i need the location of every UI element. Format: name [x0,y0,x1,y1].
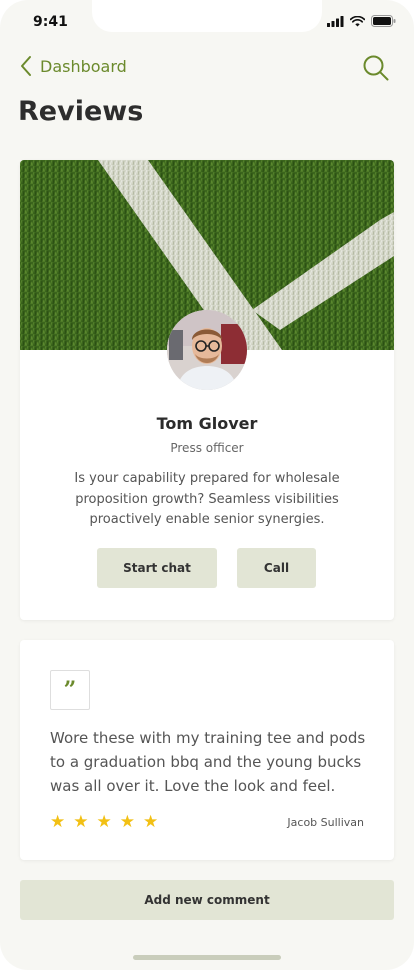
back-label: Dashboard [40,56,127,76]
star-icon: ★ [143,812,159,832]
call-button[interactable]: Call [237,548,316,588]
profile-card: Tom Glover Press officer Is your capabil… [20,160,394,620]
star-icon: ★ [96,812,112,832]
status-bar: 9:41 [0,0,414,44]
star-rating: ★ ★ ★ ★ ★ [50,814,158,831]
star-icon: ★ [73,812,89,832]
search-button[interactable] [362,54,390,86]
search-icon [363,55,389,81]
back-button[interactable]: Dashboard [18,54,127,78]
quote-icon: ” [50,670,90,710]
review-card: ” Wore these with my training tee and po… [20,640,394,860]
page-title: Reviews [18,96,144,127]
status-icons [327,15,396,27]
home-indicator [133,955,281,960]
star-icon: ★ [50,812,66,832]
device-notch [92,0,322,32]
battery-icon [371,15,396,27]
profile-name: Tom Glover [156,414,258,433]
navigation-bar: Dashboard [0,50,414,84]
review-text: Wore these with my training tee and pods… [50,729,366,795]
chevron-left-icon [21,56,31,76]
start-chat-button[interactable]: Start chat [97,548,217,588]
signal-icon [327,15,344,27]
phone-screen: 9:41 Dashboard Reviews Tom Glover Press … [0,0,414,970]
avatar [167,310,247,390]
profile-bio: Is your capability prepared for wholesal… [74,471,340,527]
profile-role: Press officer [170,441,244,455]
wifi-icon [350,15,365,26]
status-time: 9:41 [33,14,68,30]
star-icon: ★ [119,812,135,832]
add-comment-button[interactable]: Add new comment [20,880,394,920]
reviewer-name: Jacob Sullivan [287,816,364,829]
